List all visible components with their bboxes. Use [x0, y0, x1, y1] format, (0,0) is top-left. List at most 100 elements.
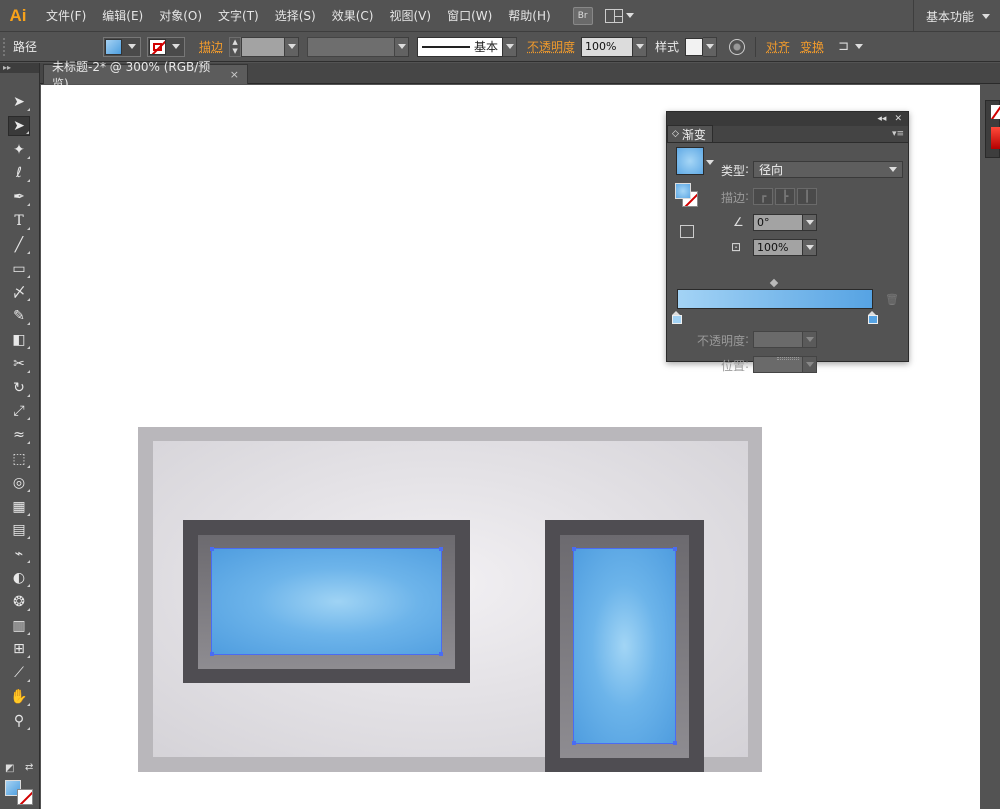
scissors-tool[interactable]: ✂	[8, 354, 30, 374]
aspect-ratio-dropdown[interactable]	[803, 239, 817, 256]
menu-object[interactable]: 对象(O)	[151, 7, 210, 24]
anchor-point[interactable]	[673, 741, 677, 745]
expand-options-icon[interactable]: ◇	[672, 129, 679, 139]
anchor-point[interactable]	[572, 547, 576, 551]
anchor-point[interactable]	[439, 652, 443, 656]
stroke-none-swatch[interactable]	[17, 789, 33, 805]
lasso-tool[interactable]: ℓ	[8, 163, 30, 183]
blend-tool[interactable]: ◐	[8, 568, 30, 588]
pen-tool[interactable]: ✒	[8, 187, 30, 207]
stroke-across-icon[interactable]: ┃	[797, 188, 817, 205]
angle-field[interactable]: 0°	[753, 214, 803, 231]
brush-definition-field[interactable]: 基本	[417, 37, 503, 57]
paintbrush-tool[interactable]: 〆	[8, 282, 30, 302]
variable-width-dropdown[interactable]	[395, 37, 409, 57]
magic-wand-tool[interactable]: ✦	[8, 140, 30, 160]
gradient-stop-end[interactable]	[867, 311, 878, 322]
shape-builder-tool[interactable]: ◎	[8, 473, 30, 493]
workspace-switcher[interactable]: 基本功能	[913, 0, 1000, 32]
arrange-documents-button[interactable]	[605, 9, 634, 23]
aspect-ratio-field[interactable]: 100%	[753, 239, 803, 256]
brush-definition-dropdown[interactable]	[503, 37, 517, 57]
stop-opacity-dropdown[interactable]	[803, 331, 817, 348]
direct-selection-tool[interactable]: ➤	[8, 116, 30, 136]
free-transform-tool[interactable]: ⬚	[8, 449, 30, 469]
opacity-label[interactable]: 不透明度	[527, 38, 575, 55]
stroke-label[interactable]: 描边	[199, 38, 223, 55]
pencil-tool[interactable]: ✎	[8, 306, 30, 326]
panel-menu-icon[interactable]: ▾≡	[892, 129, 904, 139]
anchor-point[interactable]	[210, 547, 214, 551]
stroke-along-icon[interactable]: ┣	[775, 188, 795, 205]
mesh-tool[interactable]: ▦	[8, 497, 30, 517]
fill-swatch[interactable]	[675, 183, 691, 199]
hand-tool[interactable]: ✋	[8, 687, 30, 707]
rotate-tool[interactable]: ↻	[8, 378, 30, 398]
zoom-tool[interactable]: ⚲	[8, 711, 30, 731]
variable-width-profile[interactable]	[307, 37, 395, 57]
anchor-point[interactable]	[572, 741, 576, 745]
stop-location-dropdown[interactable]	[803, 356, 817, 373]
menu-select[interactable]: 选择(S)	[267, 7, 324, 24]
isolate-object-icon[interactable]: ⊐	[838, 39, 849, 54]
recolor-artwork-icon[interactable]	[729, 39, 745, 55]
close-icon[interactable]: ×	[230, 68, 239, 81]
angle-dropdown[interactable]	[803, 214, 817, 231]
chevron-down-icon[interactable]	[855, 44, 863, 49]
window-glass-right[interactable]	[574, 549, 675, 743]
stroke-color-picker[interactable]	[147, 37, 185, 57]
slice-tool[interactable]: ⟋	[8, 663, 30, 683]
gradient-midpoint[interactable]	[770, 279, 778, 287]
artboard-tool[interactable]: ⊞	[8, 639, 30, 659]
menu-edit[interactable]: 编辑(E)	[94, 7, 151, 24]
document-tab[interactable]: 未标题-2* @ 300% (RGB/预览) ×	[43, 64, 248, 84]
eyedropper-tool[interactable]: ⌁	[8, 544, 30, 564]
gradient-tool[interactable]: ▤	[8, 520, 30, 540]
menu-file[interactable]: 文件(F)	[38, 7, 94, 24]
selection-tool[interactable]: ➤	[8, 92, 30, 112]
transform-link[interactable]: 变换	[800, 38, 824, 55]
anchor-point[interactable]	[210, 652, 214, 656]
collapse-panel-icon[interactable]: ◂◂	[877, 114, 886, 124]
menu-type[interactable]: 文字(T)	[210, 7, 267, 24]
gradient-stop-start[interactable]	[671, 311, 682, 322]
opacity-dropdown[interactable]	[633, 37, 647, 57]
default-colors-icon[interactable]: ◩	[5, 763, 14, 774]
scale-tool[interactable]: ⤢	[8, 401, 30, 421]
line-segment-tool[interactable]: ╱	[8, 235, 30, 255]
anchor-point[interactable]	[439, 547, 443, 551]
anchor-point[interactable]	[673, 547, 677, 551]
gradient-type-select[interactable]: 径向	[753, 161, 903, 178]
window-glass-left[interactable]	[212, 549, 441, 654]
warp-tool[interactable]: ≈	[8, 425, 30, 445]
rectangle-tool[interactable]: ▭	[8, 259, 30, 279]
graphic-style-swatch[interactable]	[685, 38, 703, 56]
gradient-tab[interactable]: ◇ 渐变	[667, 125, 713, 142]
gradient-preview-swatch[interactable]	[676, 147, 704, 175]
menu-window[interactable]: 窗口(W)	[439, 7, 500, 24]
collapsed-color-panel[interactable]	[985, 100, 1000, 158]
opacity-field[interactable]: 100%	[581, 37, 633, 57]
graphic-style-dropdown[interactable]	[703, 37, 717, 57]
stroke-weight-dropdown[interactable]	[285, 37, 299, 57]
type-tool[interactable]: T	[8, 211, 30, 231]
gradient-presets-dropdown[interactable]	[706, 160, 714, 165]
reverse-gradient-icon[interactable]	[680, 225, 694, 238]
menu-help[interactable]: 帮助(H)	[500, 7, 558, 24]
column-graph-tool[interactable]: ▥	[8, 616, 30, 636]
fill-color-picker[interactable]	[103, 37, 141, 57]
menu-effect[interactable]: 效果(C)	[324, 7, 382, 24]
symbol-sprayer-tool[interactable]: ❂	[8, 592, 30, 612]
stroke-within-icon[interactable]: ┏	[753, 188, 773, 205]
stop-opacity-field[interactable]	[753, 331, 803, 348]
stroke-weight-field[interactable]	[241, 37, 285, 57]
panel-resize-grip[interactable]	[777, 357, 799, 360]
menu-view[interactable]: 视图(V)	[381, 7, 439, 24]
eraser-tool[interactable]: ◧	[8, 330, 30, 350]
bridge-button[interactable]: Br	[573, 7, 593, 25]
stroke-weight-stepper[interactable]: ▲ ▼	[229, 37, 241, 57]
panel-grip[interactable]	[3, 38, 9, 56]
tools-panel-header[interactable]: ▸▸	[0, 63, 39, 73]
align-link[interactable]: 对齐	[766, 38, 790, 55]
swap-colors-icon[interactable]: ⇄	[25, 762, 33, 773]
